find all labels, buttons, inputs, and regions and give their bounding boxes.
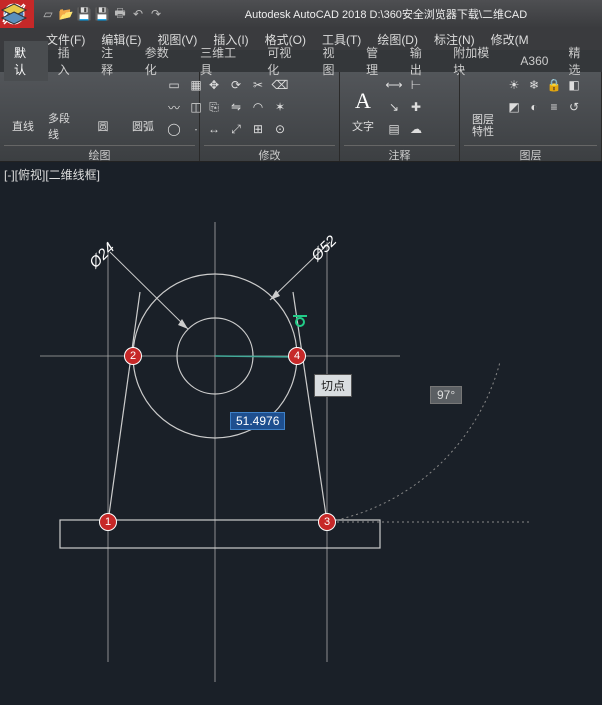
mirror-icon[interactable]: ⇋ xyxy=(226,97,246,117)
rect-icon[interactable]: ▭ xyxy=(164,75,184,95)
circle-icon xyxy=(88,86,118,116)
new-icon[interactable]: ▱ xyxy=(40,6,56,22)
layer-props-button[interactable]: 图层 特性 xyxy=(464,75,502,145)
redo-icon[interactable]: ↷ xyxy=(148,6,164,22)
layer-lock-icon[interactable]: 🔒 xyxy=(544,75,564,95)
undo-icon[interactable]: ↶ xyxy=(130,6,146,22)
layer-on-icon[interactable]: ☀ xyxy=(504,75,524,95)
panel-draw-label[interactable]: 绘图 xyxy=(4,145,195,161)
cloud-icon[interactable]: ☁ xyxy=(406,119,426,139)
panel-layer: 图层 特性 ☀ ❄ 🔒 ◧ ◩ ◐ ≡ ↺ 图层 xyxy=(460,72,602,161)
layerprops-label: 图层 特性 xyxy=(472,114,494,138)
mark-icon[interactable]: ✚ xyxy=(406,97,426,117)
annot-col: ⟷ ↘ ▤ xyxy=(384,75,404,145)
quick-access-toolbar: ▱ 📂 💾 💾 🖶 ↶ ↷ xyxy=(34,6,170,22)
panel-draw: 直线 多段线 圆 圆弧 ▭ 〰 ◯ ▦ ◫ ∙ xyxy=(0,72,200,161)
arc-label: 圆弧 xyxy=(132,118,154,134)
scale-icon[interactable]: ⤢ xyxy=(226,119,246,139)
plot-icon[interactable]: 🖶 xyxy=(112,6,128,22)
array-icon[interactable]: ⊞ xyxy=(248,119,268,139)
line-label: 直线 xyxy=(12,118,34,134)
fillet-icon[interactable]: ◠ xyxy=(248,97,268,117)
polyline-icon xyxy=(48,78,78,108)
tab-a360[interactable]: A360 xyxy=(510,51,558,71)
draw-extra-col: ▭ 〰 ◯ xyxy=(164,75,184,145)
layer-grid: ☀ ❄ 🔒 ◧ ◩ ◐ ≡ ↺ xyxy=(504,75,582,145)
text-button[interactable]: A 文字 xyxy=(344,75,382,145)
line-button[interactable]: 直线 xyxy=(4,75,42,145)
circle-label: 圆 xyxy=(98,118,109,134)
polyline-label: 多段线 xyxy=(48,110,78,142)
spline-icon[interactable]: 〰 xyxy=(164,97,184,117)
dynamic-length-input[interactable]: 51.4976 xyxy=(230,412,285,430)
copy-icon[interactable]: ⎘ xyxy=(204,97,224,117)
layer-color-icon[interactable]: ◧ xyxy=(564,75,584,95)
layer-off-icon[interactable]: ◐ xyxy=(524,97,544,117)
panel-layer-label[interactable]: 图层 xyxy=(464,145,597,161)
window-title: Autodesk AutoCAD 2018 D:\360安全浏览器下载\二维CA… xyxy=(170,6,602,22)
line-icon xyxy=(8,86,38,116)
save-icon[interactable]: 💾 xyxy=(76,6,92,22)
dim-icon[interactable]: ⊢ xyxy=(406,75,426,95)
text-icon: A xyxy=(348,86,378,116)
text-label: 文字 xyxy=(352,118,374,134)
layer-freeze-icon[interactable]: ❄ xyxy=(524,75,544,95)
erase-icon[interactable]: ⌫ xyxy=(270,75,290,95)
layer-prev-icon[interactable]: ↺ xyxy=(564,97,584,117)
rotate-icon[interactable]: ⟳ xyxy=(226,75,246,95)
layer-match-icon[interactable]: ≡ xyxy=(544,97,564,117)
drawing-area[interactable]: [-][俯视][二维线框] Ø24 Ø52 1 2 3 xyxy=(0,162,602,705)
snap-tangent-icon xyxy=(293,313,307,327)
arc-icon xyxy=(128,86,158,116)
circle-button[interactable]: 圆 xyxy=(84,75,122,145)
snap-tooltip: 切点 xyxy=(314,374,352,397)
polyline-button[interactable]: 多段线 xyxy=(44,75,82,145)
ellipse-icon[interactable]: ◯ xyxy=(164,119,184,139)
layers-icon xyxy=(468,82,498,112)
marker-3: 3 xyxy=(318,513,336,531)
dim-linear-icon[interactable]: ⟷ xyxy=(384,75,404,95)
table-icon[interactable]: ▤ xyxy=(384,119,404,139)
ribbon-tabs: 默认 插入 注释 参数化 三维工具 可视化 视图 管理 输出 附加模块 A360… xyxy=(0,50,602,72)
marker-4: 4 xyxy=(288,347,306,365)
stretch-icon[interactable]: ↔ xyxy=(204,119,224,139)
panel-annotation: A 文字 ⟷ ↘ ▤ ⊢ ✚ ☁ 注释 xyxy=(340,72,460,161)
move-icon[interactable]: ✥ xyxy=(204,75,224,95)
marker-2: 2 xyxy=(124,347,142,365)
modify-grid: ✥ ⟳ ✂ ⌫ ⎘ ⇋ ◠ ✶ ↔ ⤢ ⊞ ⊙ xyxy=(204,75,290,145)
offset-icon[interactable]: ⊙ xyxy=(270,119,290,139)
ribbon: 直线 多段线 圆 圆弧 ▭ 〰 ◯ ▦ ◫ ∙ xyxy=(0,72,602,162)
annot-col2: ⊢ ✚ ☁ xyxy=(406,75,426,145)
marker-1: 1 xyxy=(99,513,117,531)
panel-modify: ✥ ⟳ ✂ ⌫ ⎘ ⇋ ◠ ✶ ↔ ⤢ ⊞ ⊙ 修改 xyxy=(200,72,340,161)
layer-iso-icon[interactable]: ◩ xyxy=(504,97,524,117)
explode-icon[interactable]: ✶ xyxy=(270,97,290,117)
trim-icon[interactable]: ✂ xyxy=(248,75,268,95)
leader-icon[interactable]: ↘ xyxy=(384,97,404,117)
dynamic-angle-readout: 97° xyxy=(430,386,462,404)
arc-button[interactable]: 圆弧 xyxy=(124,75,162,145)
title-bar: A ▱ 📂 💾 💾 🖶 ↶ ↷ Autodesk AutoCAD 2018 D:… xyxy=(0,0,602,28)
open-icon[interactable]: 📂 xyxy=(58,6,74,22)
saveas-icon[interactable]: 💾 xyxy=(94,6,110,22)
panel-modify-label[interactable]: 修改 xyxy=(204,145,335,161)
drawing-canvas xyxy=(0,162,602,705)
panel-annot-label[interactable]: 注释 xyxy=(344,145,455,161)
